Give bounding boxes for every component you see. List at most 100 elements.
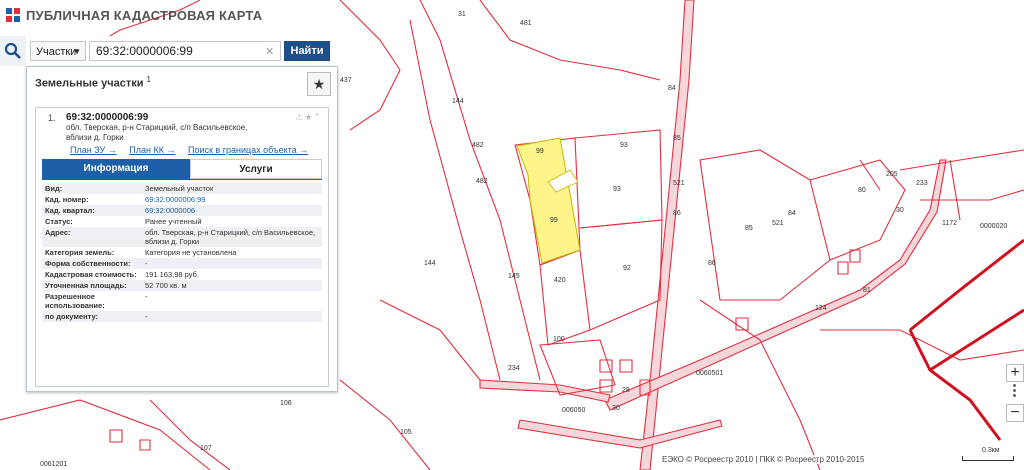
map-label: 437 [340,77,352,84]
attr-key: Уточненная площадь: [42,280,142,291]
plus-icon: + [1010,364,1020,381]
map-label: 482 [472,142,484,149]
map-label: 105 [400,429,412,436]
chevron-down-icon: ▼ [73,47,81,56]
zoom-in-button[interactable]: + [1006,364,1024,382]
attr-key: Кад. квартал: [42,205,142,216]
results-panel: Земельные участки 1 ★ 1. 69:32:0000006:9… [26,66,338,392]
map-label: 30 [612,405,620,412]
attr-key: по документу: [42,311,142,322]
result-tabs: Информация Услуги [42,159,322,180]
zoom-slider[interactable] [1013,384,1016,402]
card-tools: ⚠★⌃ [295,112,322,123]
map-label: 85 [673,135,681,142]
results-count: 1 [146,75,151,84]
find-button[interactable]: Найти [284,41,330,61]
map-label: 144 [452,98,464,105]
result-address: обл. Тверская, р-н Старицкий, с/п Василь… [66,123,248,142]
map-label: 521 [772,220,784,227]
map-label: 28 [622,387,630,394]
table-row: Кад. квартал: 69:32:0000006 [42,205,322,216]
attr-key: Разрешенное использование: [45,292,105,310]
attr-value-link[interactable]: 69:32:0000006 [142,205,322,216]
result-cadastral-id[interactable]: 69:32:0000006:99 [66,112,148,123]
search-icon [4,42,21,59]
page-title: ПУБЛИЧНАЯ КАДАСТРОВАЯ КАРТА [26,7,263,23]
logo-icon [6,8,20,22]
map-label: 99 [550,217,558,224]
attr-key: Статус: [45,217,73,226]
attr-key: Форма собственности: [42,258,142,269]
table-row: Форма собственности: - [42,258,322,269]
attr-value: обл. Тверская, р-н Старицкий, с/п Василь… [142,227,322,247]
search-toggle[interactable] [0,36,26,66]
table-row: Вид: Земельный участок [42,183,322,194]
map-label: 234 [508,365,520,372]
map-label: 93 [613,186,621,193]
link-plan-zu[interactable]: План ЗУ → [70,145,117,155]
attr-value: 52 700 кв. м [142,280,322,291]
table-row: по документу: - [42,311,322,322]
table-row: Разрешенное использование: - [42,291,322,311]
attr-key: Адрес: [42,227,142,247]
map-label: 100 [553,336,565,343]
map-label: 81 [863,287,871,294]
table-row: Адрес: обл. Тверская, р-н Старицкий, с/п … [42,227,322,247]
result-links: План ЗУ → План КК → Поиск в границах объ… [70,145,318,155]
attr-value: 191 163,98 руб. [145,270,199,279]
search-bar: Участки ▼ ✕ Найти [0,36,336,66]
table-row: Статус: Ранее учтенный [42,216,322,227]
chevron-up-icon[interactable]: ⌃ [313,112,322,122]
map-label: 92 [623,265,631,272]
table-row: Кад. номер: 69:32:0000006:99 [42,194,322,205]
map-label: 86 [708,260,716,267]
map-label: 205 [886,171,898,178]
attr-value: Ранее учтенный [145,217,202,226]
map-label: 124 [815,305,827,312]
warning-icon[interactable]: ⚠ [295,112,304,122]
link-search-in-bounds[interactable]: Поиск в границах объекта → [188,145,308,155]
attr-value: - [145,292,148,301]
result-index: 1. [48,113,56,123]
attr-key: Кад. номер: [45,195,89,204]
scale-label: 0.3км [982,447,1000,454]
tab-services[interactable]: Услуги [190,159,322,179]
map-label: 80 [858,187,866,194]
map-label: 107 [200,445,212,452]
map-label: 144 [424,260,436,267]
app-header: ПУБЛИЧНАЯ КАДАСТРОВАЯ КАРТА [0,0,262,30]
map-label: 006050 [562,407,585,414]
tab-information[interactable]: Информация [42,159,190,179]
map-label: 93 [620,142,628,149]
map-label: 1172 [942,220,957,227]
map-label: 233 [916,180,928,187]
map-label: 0000020 [980,223,1007,230]
map-label: 420 [554,277,566,284]
search-scope-select[interactable]: Участки ▼ [30,41,86,61]
map-label: 145 [508,273,520,280]
zoom-out-button[interactable]: − [1006,404,1024,422]
map-label: 86 [673,210,681,217]
link-plan-kk[interactable]: План КК → [129,145,175,155]
panel-title-text: Земельные участки [35,77,144,90]
map-label: 84 [788,210,796,217]
result-card: 1. 69:32:0000006:99 ⚠★⌃ обл. Тверская, р… [35,107,329,387]
copyright: ЕЭКО © Росреестр 2010 | ПКК © Росреестр … [660,455,867,464]
map-label: 521 [673,180,685,187]
map-label: 30 [896,207,904,214]
search-input[interactable] [89,41,281,61]
attr-value: Земельный участок [142,183,322,194]
minus-icon: − [1010,404,1020,421]
map-label: 31 [458,11,466,18]
attr-key: Вид: [42,183,142,194]
selected-parcel[interactable] [516,137,581,264]
attr-value-link[interactable]: 69:32:0000006:99 [142,194,322,205]
attr-value: - [142,258,322,269]
close-icon[interactable]: ✕ [265,45,274,58]
attributes-table: Вид: Земельный участок Кад. номер: 69:32:0… [42,183,322,322]
panel-title: Земельные участки 1 [35,75,151,90]
scale-bar [962,456,1014,461]
table-row: Кадастровая стоимость: 191 163,98 руб. [42,269,322,280]
favorites-button[interactable]: ★ [307,72,331,96]
map-label: 84 [668,85,676,92]
